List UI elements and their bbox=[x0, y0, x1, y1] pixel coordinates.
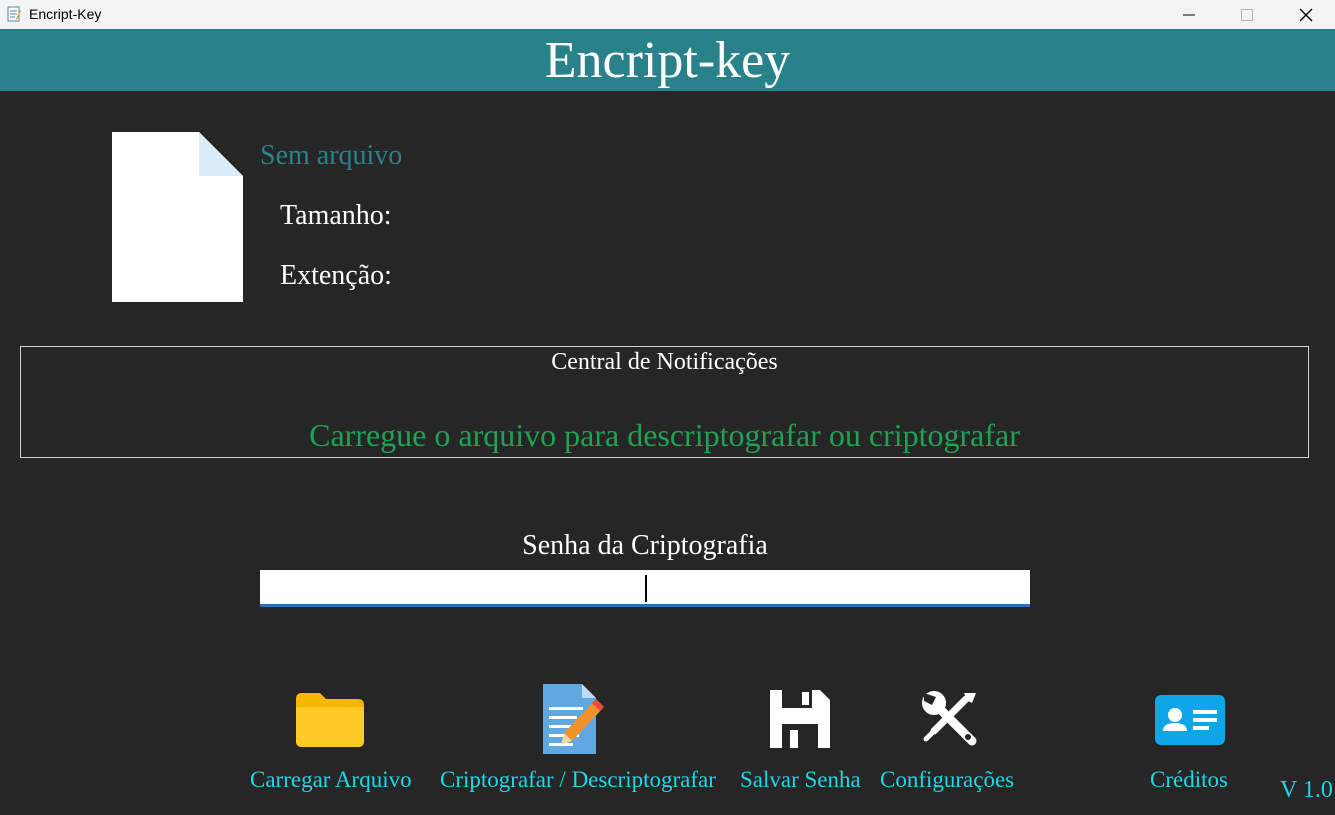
window-title: Encript-Key bbox=[29, 6, 102, 22]
encrypt-decrypt-button[interactable]: Criptografar / Descriptografar bbox=[440, 767, 716, 793]
maximize-button[interactable] bbox=[1218, 0, 1276, 29]
window-titlebar: Encript-Key bbox=[0, 0, 1335, 29]
close-icon bbox=[1299, 8, 1313, 21]
notification-center: Central de Notificações Carregue o arqui… bbox=[20, 346, 1309, 458]
app-header: Encript-key bbox=[0, 29, 1335, 91]
file-size-label: Tamanho: bbox=[280, 200, 392, 231]
version-label: V 1.0 bbox=[1280, 777, 1333, 803]
save-password-button[interactable]: Salvar Senha bbox=[740, 767, 861, 793]
notification-message: Carregue o arquivo para descriptografar … bbox=[309, 417, 1020, 453]
file-name: Sem arquivo bbox=[260, 140, 403, 171]
app-title: Encript-key bbox=[544, 32, 791, 89]
maximize-icon bbox=[1241, 8, 1253, 21]
credits-button[interactable]: Créditos bbox=[1150, 767, 1228, 793]
password-label: Senha da Criptografia bbox=[522, 530, 768, 561]
notification-title: Central de Notificações bbox=[551, 349, 778, 375]
app-notepad-icon bbox=[7, 6, 21, 22]
minimize-button[interactable] bbox=[1160, 0, 1218, 29]
file-icon bbox=[112, 132, 243, 302]
close-button[interactable] bbox=[1277, 0, 1335, 29]
text-caret bbox=[645, 575, 647, 602]
document-edit-icon[interactable] bbox=[540, 683, 606, 755]
id-card-icon[interactable] bbox=[1155, 695, 1225, 745]
tools-settings-icon[interactable] bbox=[920, 689, 980, 749]
file-extension-label: Extenção: bbox=[280, 260, 392, 291]
settings-button[interactable]: Configurações bbox=[880, 767, 1014, 793]
load-file-button[interactable]: Carregar Arquivo bbox=[250, 767, 412, 793]
folder-icon[interactable] bbox=[296, 693, 364, 747]
save-floppy-icon[interactable] bbox=[770, 690, 830, 748]
minimize-icon bbox=[1183, 14, 1195, 15]
